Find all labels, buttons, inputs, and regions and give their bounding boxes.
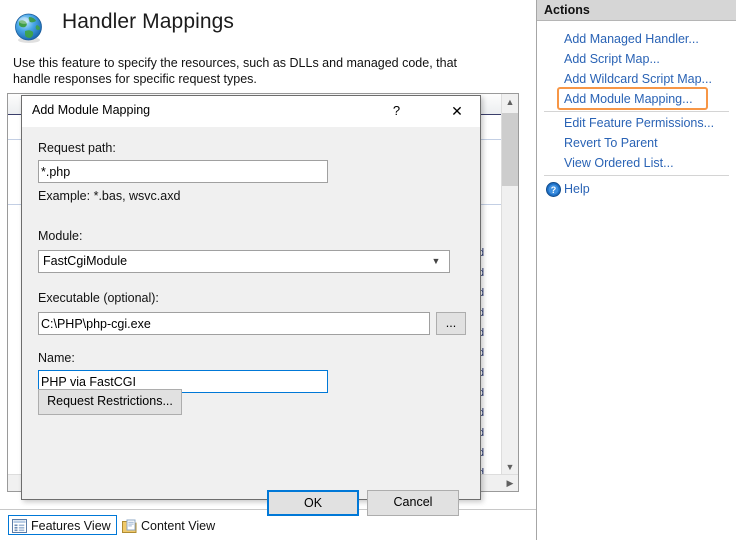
page-description: Use this feature to specify the resource… (13, 56, 458, 86)
action-add-managed-handler[interactable]: Add Managed Handler... (564, 30, 699, 48)
module-select-value: FastCgiModule (43, 254, 128, 268)
dialog-help-button[interactable]: ? (374, 96, 419, 126)
module-label: Module: (38, 229, 83, 243)
action-revert-to-parent[interactable]: Revert To Parent (564, 134, 658, 152)
tab-content-view-label: Content View (141, 519, 216, 533)
action-add-wildcard-script-map[interactable]: Add Wildcard Script Map... (564, 70, 712, 88)
help-circle-icon: ? (546, 182, 561, 197)
content-view-icon (122, 519, 137, 533)
name-label: Name: (38, 351, 75, 365)
actions-pane: Actions Add Managed Handler... Add Scrip… (536, 0, 736, 540)
features-view-icon (12, 519, 27, 533)
tab-content-view[interactable]: Content View (118, 515, 221, 535)
scroll-right-icon[interactable]: ▶ (502, 475, 518, 491)
page-title: Handler Mappings (62, 10, 235, 33)
page-header: Handler Mappings Use this feature to spe… (0, 0, 536, 92)
close-icon[interactable]: ✕ (434, 96, 480, 126)
dialog-title: Add Module Mapping (32, 103, 151, 117)
request-path-input[interactable] (38, 160, 328, 183)
tab-features-view[interactable]: Features View (8, 515, 117, 535)
globe-icon (13, 12, 45, 44)
action-add-module-mapping[interactable]: Add Module Mapping... (564, 90, 693, 108)
actions-divider (544, 111, 729, 112)
scrollbar-thumb[interactable] (502, 113, 518, 186)
cancel-button[interactable]: Cancel (367, 490, 459, 516)
executable-input[interactable] (38, 312, 430, 335)
action-help[interactable]: Help (564, 180, 590, 198)
request-path-label: Request path: (38, 141, 116, 155)
module-select[interactable]: FastCgiModule ▼ (38, 250, 450, 273)
tab-features-view-label: Features View (31, 519, 111, 533)
request-restrictions-button[interactable]: Request Restrictions... (38, 389, 182, 415)
action-add-script-map[interactable]: Add Script Map... (564, 50, 660, 68)
ok-button[interactable]: OK (267, 490, 359, 516)
list-vertical-scrollbar[interactable]: ▲ ▼ (501, 94, 518, 476)
svg-text:?: ? (551, 185, 557, 195)
chevron-down-icon[interactable]: ▼ (429, 251, 443, 272)
actions-divider (544, 175, 729, 176)
add-module-mapping-dialog: Add Module Mapping ? ✕ Request path: Exa… (21, 95, 481, 516)
actions-pane-title: Actions (537, 0, 736, 21)
browse-button[interactable]: ... (436, 312, 466, 335)
dialog-body: Request path: Example: *.bas, wsvc.axd M… (22, 127, 480, 516)
executable-label: Executable (optional): (38, 291, 159, 305)
dialog-titlebar: Add Module Mapping ? ✕ (22, 96, 480, 127)
scroll-up-icon[interactable]: ▲ (502, 94, 518, 111)
action-view-ordered-list[interactable]: View Ordered List... (564, 154, 674, 172)
content-pane: Handler Mappings Use this feature to spe… (0, 0, 536, 540)
request-path-hint: Example: *.bas, wsvc.axd (38, 189, 181, 203)
iis-manager-window: Handler Mappings Use this feature to spe… (0, 0, 736, 540)
action-edit-feature-permissions[interactable]: Edit Feature Permissions... (564, 114, 714, 132)
